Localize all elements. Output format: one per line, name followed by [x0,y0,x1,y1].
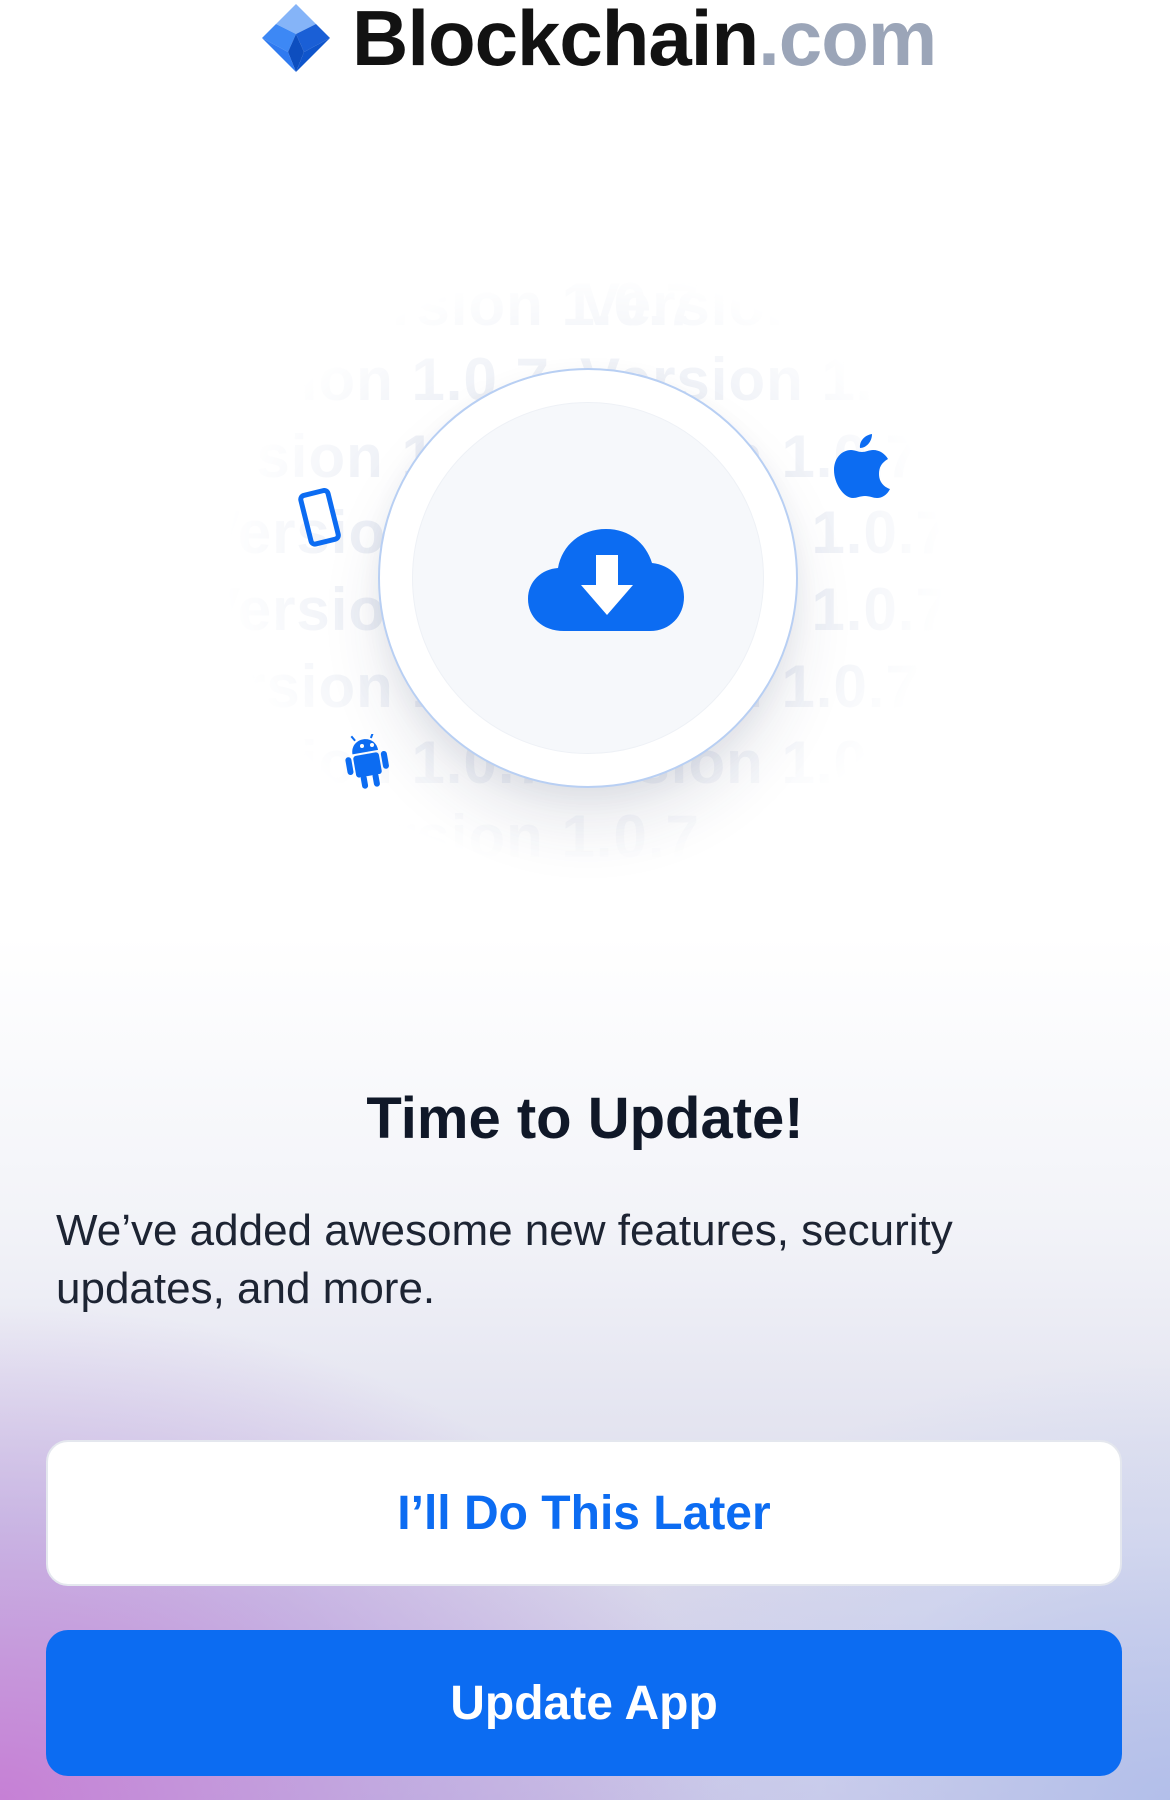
header: Blockchain .com [0,0,1170,82]
download-circle-inner [412,402,764,754]
android-icon [345,734,389,789]
page-title: Time to Update! [366,1086,804,1151]
brand-tld: .com [758,0,937,82]
brand-name: Blockchain [352,0,759,82]
blockchain-logo-icon [262,4,330,72]
version-text-row: Version 1.0.7 [320,803,700,870]
do-later-button[interactable]: I’ll Do This Later [46,1440,1122,1586]
apple-icon [834,434,890,498]
hero-illustration: Version 1.0.7 Version 1.0.7 Version 1.0.… [0,250,1170,890]
download-circle [378,368,798,788]
cloud-download-icon [528,529,684,631]
brand-logo: Blockchain .com [258,0,937,82]
update-app-button[interactable]: Update App [46,1630,1122,1776]
update-description: We’ve added awesome new features, securi… [56,1206,953,1313]
version-text-row: Version 1.0.7 [580,271,960,338]
phone-icon [298,488,341,547]
